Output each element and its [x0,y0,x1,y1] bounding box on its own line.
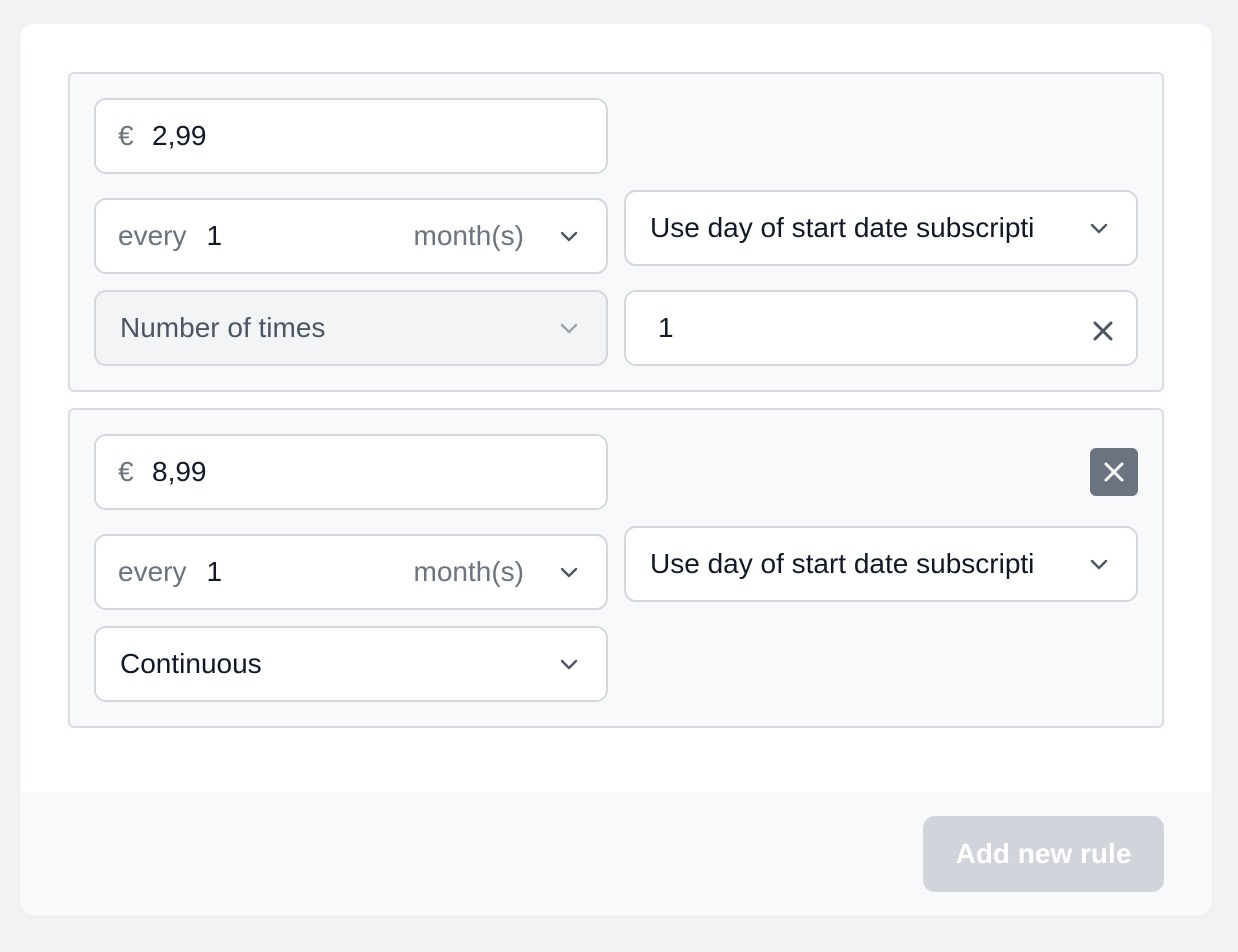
chevron-down-icon [558,225,580,247]
rule-1: € 2,99 every 1 month(s) Use day of start… [68,72,1164,392]
billing-day-value: Use day of start date subscripti [650,548,1035,579]
amount-value: 2,99 [152,120,207,151]
card-footer: Add new rule [20,792,1212,916]
currency-symbol: € [118,456,134,487]
rule-2: € 8,99 every 1 month(s) Use day of start… [68,408,1164,728]
amount-field[interactable]: € 8,99 [94,434,608,510]
billing-day-value: Use day of start date subscripti [650,212,1035,243]
billing-day-select[interactable]: Use day of start date subscripti [624,526,1138,602]
duration-type-value: Number of times [120,312,326,343]
amount-value: 8,99 [152,456,207,487]
interval-value: 1 [206,556,223,587]
billing-day-select[interactable]: Use day of start date subscripti [624,190,1138,266]
duration-type-select[interactable]: Number of times [94,290,608,366]
chevron-down-icon [1088,553,1110,575]
add-new-rule-button[interactable]: Add new rule [923,816,1164,892]
interval-select[interactable]: every 1 month(s) [94,534,608,610]
interval-value: 1 [206,220,223,251]
interval-label: every [118,220,187,251]
chevron-down-icon [1088,217,1110,239]
times-value: 1 [658,312,674,343]
chevron-down-icon [558,317,580,339]
close-icon [1104,462,1124,482]
interval-unit: month(s) [413,556,524,587]
interval-unit: month(s) [413,220,524,251]
subscription-rules-card: € 2,99 every 1 month(s) Use day of start… [20,24,1212,916]
duration-type-select[interactable]: Continuous [94,626,608,702]
times-input[interactable]: 1 [624,290,1138,366]
chevron-down-icon [558,653,580,675]
chevron-down-icon [558,561,580,583]
remove-rule-button[interactable] [1090,448,1138,496]
amount-field[interactable]: € 2,99 [94,98,608,174]
currency-symbol: € [118,120,134,151]
interval-select[interactable]: every 1 month(s) [94,198,608,274]
duration-type-value: Continuous [120,648,262,679]
interval-label: every [118,556,187,587]
close-icon[interactable] [1090,318,1116,344]
